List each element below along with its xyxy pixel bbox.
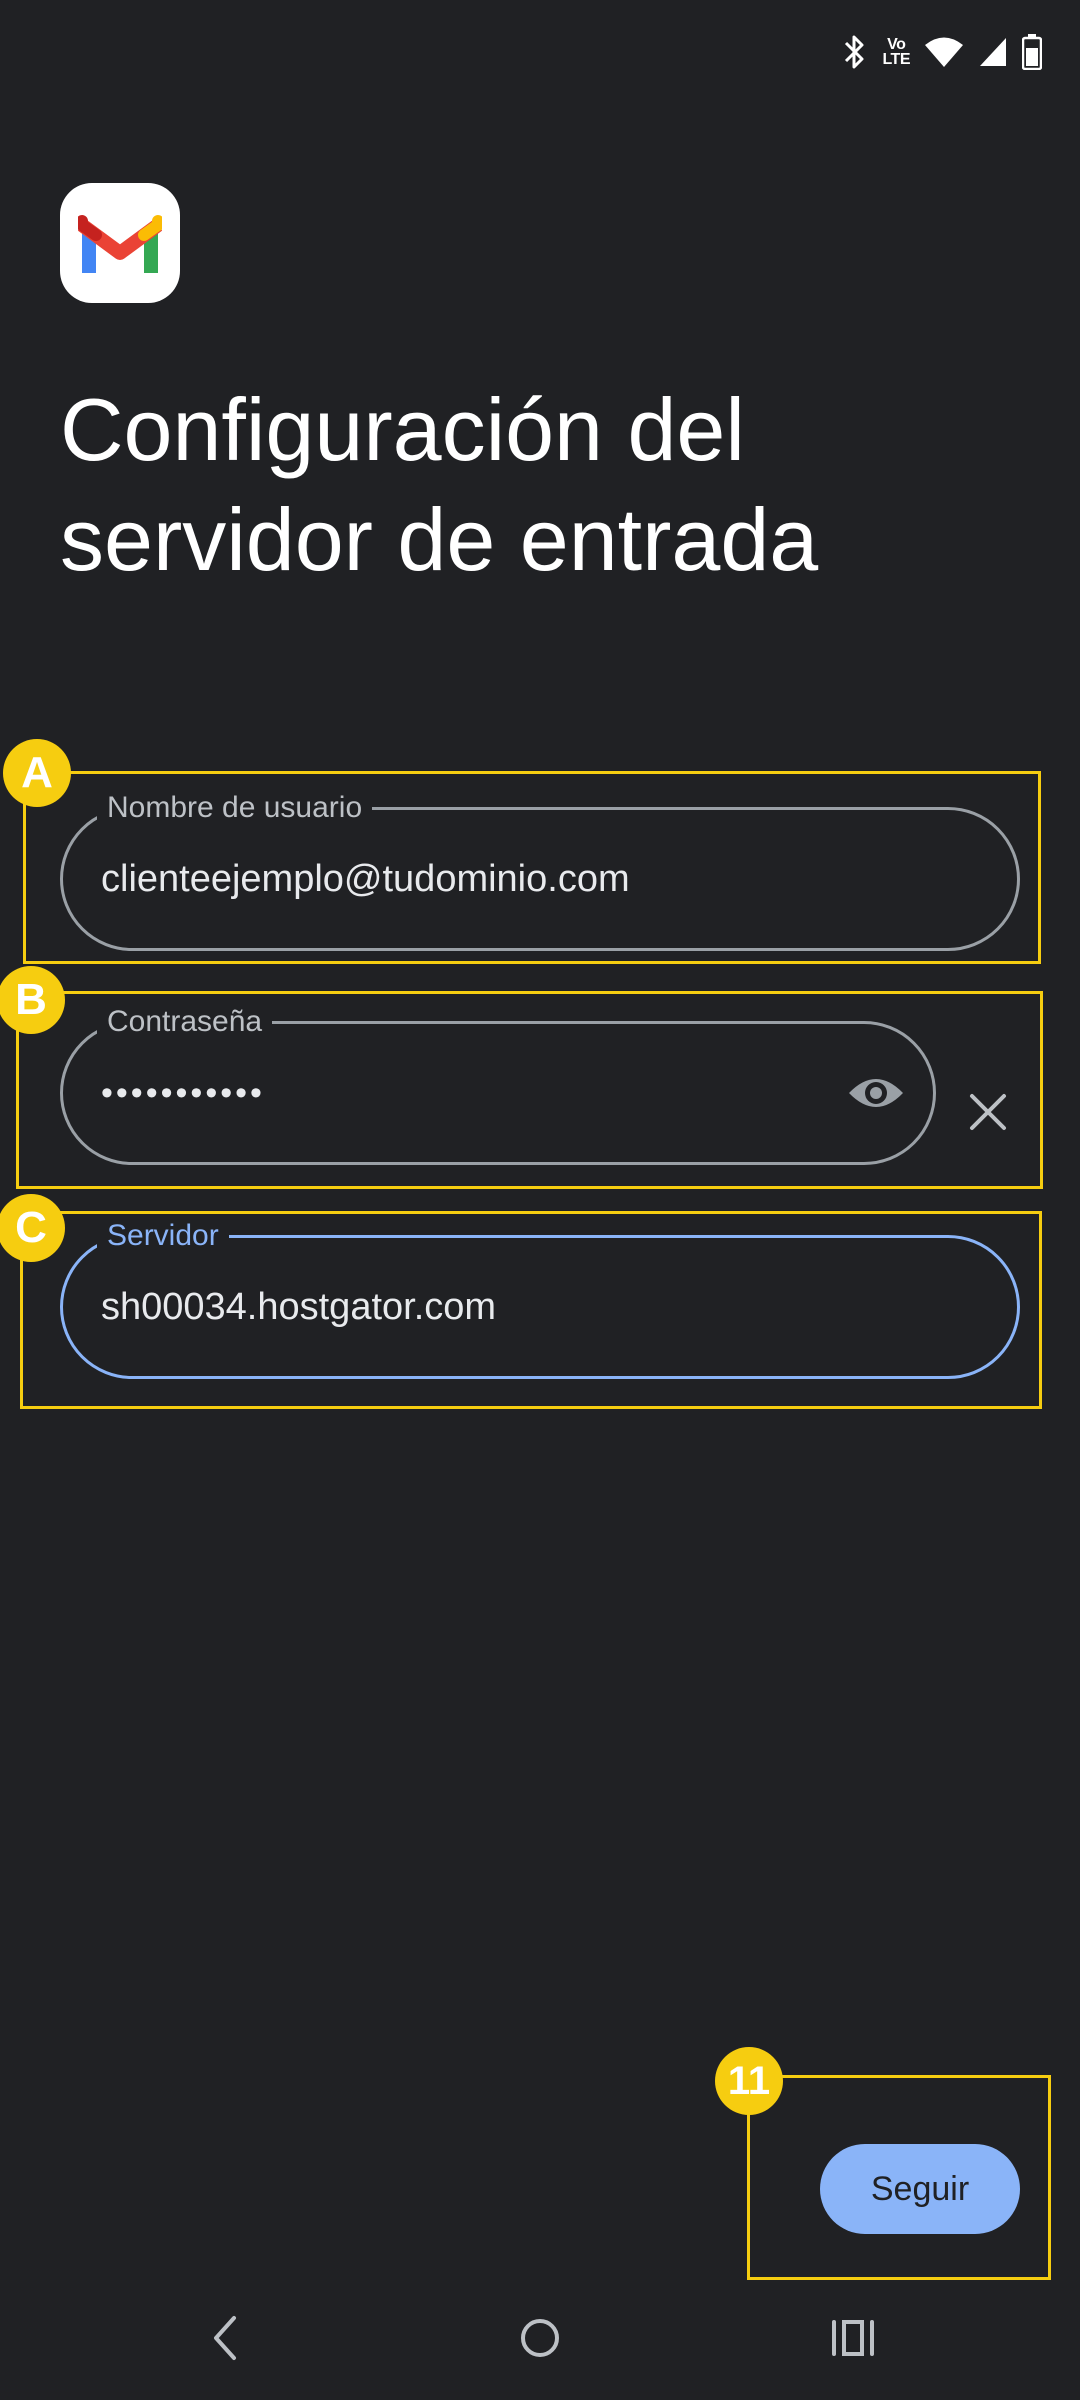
server-value: sh00034.hostgator.com [101, 1285, 497, 1328]
battery-icon [1022, 34, 1042, 70]
annotation-badge-c: C [0, 1197, 62, 1259]
back-icon[interactable] [210, 2314, 240, 2362]
username-value: clienteejemplo@tudominio.com [101, 857, 630, 900]
navigation-bar [0, 2300, 1080, 2380]
recents-icon[interactable] [830, 2314, 876, 2362]
next-button[interactable]: Seguir [820, 2144, 1020, 2234]
annotation-badge-step: 11 [718, 2050, 780, 2112]
annotation-badge-b: B [0, 969, 62, 1031]
server-field[interactable]: Servidor sh00034.hostgator.com [60, 1216, 1020, 1379]
eye-icon[interactable] [847, 1073, 905, 1113]
password-field[interactable]: Contraseña ••••••••••• [60, 1002, 936, 1165]
username-field[interactable]: Nombre de usuario clienteejemplo@tudomin… [60, 788, 1020, 951]
page-title-line1: Configuración del [60, 380, 745, 479]
gmail-logo [60, 183, 180, 303]
close-icon[interactable] [966, 1090, 1010, 1134]
page-title: Configuración del servidor de entrada [60, 375, 1020, 595]
wifi-icon [925, 37, 963, 67]
volte-icon: Vo LTE [882, 36, 910, 68]
bluetooth-icon [845, 35, 864, 69]
page-title-line2: servidor de entrada [60, 490, 819, 589]
signal-icon [980, 38, 1006, 66]
annotation-badge-a: A [6, 742, 68, 804]
status-bar: Vo LTE [842, 30, 1042, 74]
home-icon[interactable] [518, 2314, 562, 2362]
password-value: ••••••••••• [101, 1073, 265, 1112]
